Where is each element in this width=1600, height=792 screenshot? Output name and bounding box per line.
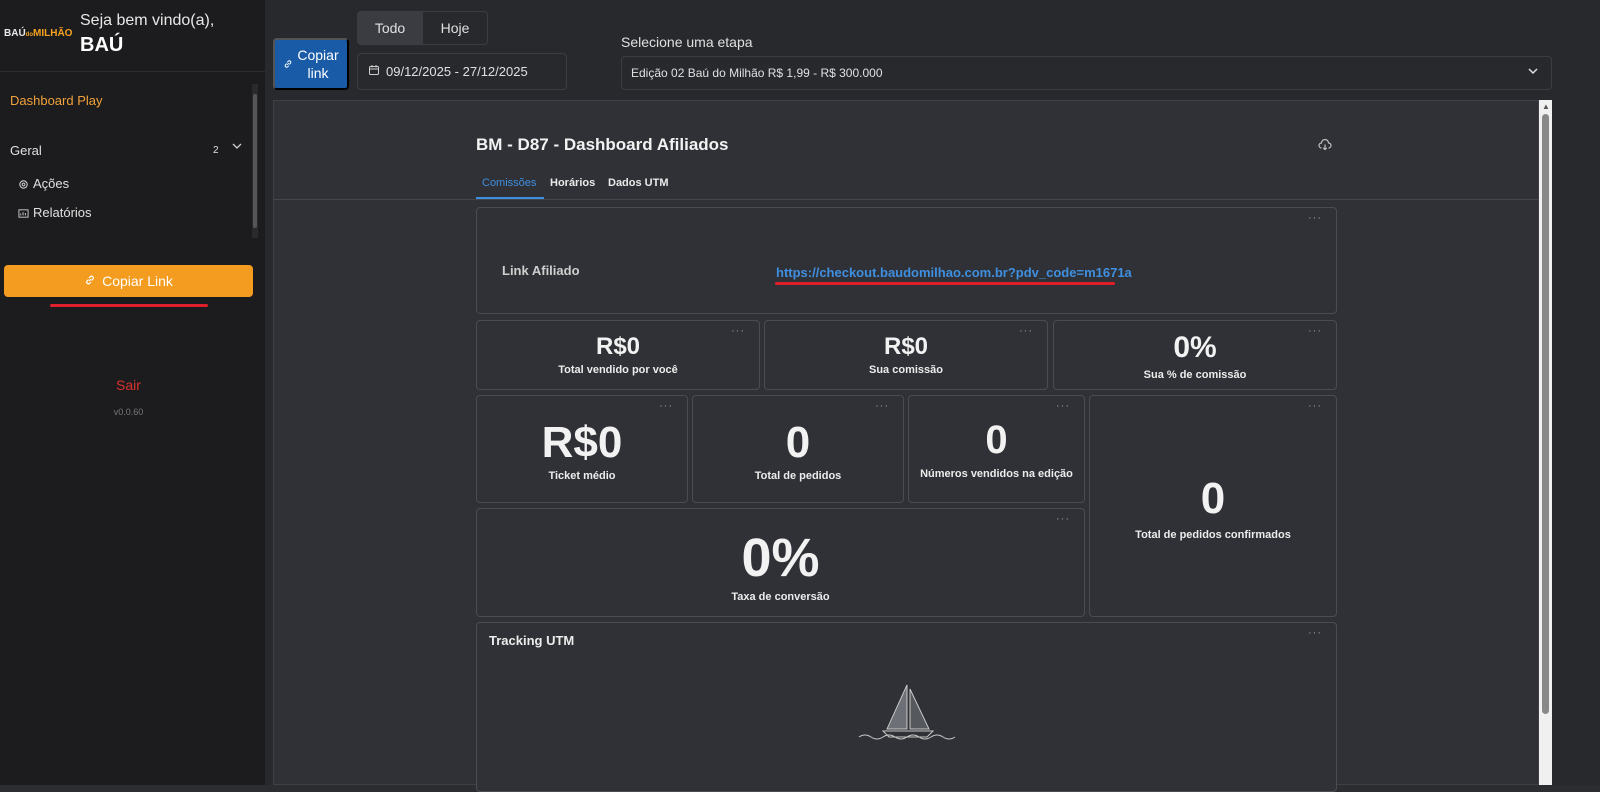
tab-hoje[interactable]: Hoje bbox=[422, 11, 488, 45]
sidebar-item-relatorios[interactable]: Relatórios bbox=[18, 205, 92, 220]
total-sold-label: Total vendido por você bbox=[558, 364, 678, 376]
card-menu-icon[interactable]: ··· bbox=[1308, 212, 1322, 224]
scroll-up-arrow-icon[interactable]: ▲ bbox=[1542, 102, 1550, 111]
commission-pct-card: ··· 0% Sua % de comissão bbox=[1053, 320, 1337, 390]
nav-dashboard-play[interactable]: Dashboard Play bbox=[10, 93, 103, 108]
cloud-download-icon[interactable] bbox=[1318, 138, 1332, 156]
tab-dados-utm[interactable]: Dados UTM bbox=[608, 177, 669, 189]
sidebar-item-acoes[interactable]: Ações bbox=[18, 176, 69, 191]
commission-card: ··· R$0 Sua comissão bbox=[764, 320, 1048, 390]
conversion-card: ··· 0% Taxa de conversão bbox=[476, 508, 1085, 617]
card-menu-icon[interactable]: ··· bbox=[1308, 400, 1322, 412]
highlight-underline bbox=[50, 304, 208, 307]
active-tab-indicator bbox=[476, 197, 544, 199]
gear-icon bbox=[18, 178, 29, 189]
total-sold-value: R$0 bbox=[595, 333, 641, 360]
app-version: v0.0.60 bbox=[113, 407, 144, 417]
orders-label: Total de pedidos bbox=[754, 470, 842, 482]
scrollbar-thumb[interactable] bbox=[1542, 114, 1549, 714]
brand-logo[interactable]: BAÚdoMILHÃO bbox=[4, 28, 72, 39]
sidebar-scrollbar[interactable] bbox=[252, 84, 258, 238]
commission-pct-label: Sua % de comissão bbox=[1143, 369, 1247, 381]
welcome-text: Seja bem vindo(a), bbox=[80, 12, 215, 29]
conversion-label: Taxa de conversão bbox=[731, 591, 830, 603]
link-icon bbox=[84, 273, 96, 289]
logout-link[interactable]: Sair bbox=[0, 377, 257, 393]
date-range-input[interactable]: 09/12/2025 - 27/12/2025 bbox=[357, 53, 567, 90]
card-menu-icon[interactable]: ··· bbox=[659, 400, 673, 412]
affiliate-link-label: Link Afiliado bbox=[502, 263, 580, 278]
numbers-sold-card: ··· 0 Números vendidos na edição bbox=[908, 395, 1085, 503]
ticket-card: ··· R$0 Ticket médio bbox=[476, 395, 688, 503]
tracking-utm-title: Tracking UTM bbox=[489, 633, 575, 648]
calendar-icon bbox=[368, 64, 380, 79]
copy-link-label: Copiar Link bbox=[102, 273, 173, 289]
tab-divider bbox=[273, 199, 1539, 200]
tab-comissoes[interactable]: Comissões bbox=[482, 177, 536, 189]
frame-scrollbar[interactable]: ▲ bbox=[1539, 100, 1552, 785]
report-icon bbox=[18, 207, 29, 218]
stage-select-label: Selecione uma etapa bbox=[621, 34, 753, 50]
sidebar: BAÚdoMILHÃO Seja bem vindo(a), BAÚ Dashb… bbox=[0, 0, 265, 785]
commission-value: R$0 bbox=[883, 333, 929, 360]
tab-horarios[interactable]: Horários bbox=[550, 177, 595, 189]
ticket-value: R$0 bbox=[541, 418, 623, 467]
stage-select-value: Edição 02 Baú do Milhão R$ 1,99 - R$ 300… bbox=[631, 66, 883, 80]
copy-link-small-button[interactable]: Copiar link bbox=[273, 38, 349, 90]
sidebar-item-label: Relatórios bbox=[33, 205, 92, 220]
confirmed-orders-card: ··· 0 Total de pedidos confirmados bbox=[1089, 395, 1337, 617]
tab-todo[interactable]: Todo bbox=[357, 11, 423, 45]
confirmed-orders-label: Total de pedidos confirmados bbox=[1135, 529, 1291, 541]
numbers-sold-value: 0 bbox=[985, 418, 1008, 462]
brand-header: BAÚdoMILHÃO Seja bem vindo(a), BAÚ bbox=[0, 0, 265, 72]
ticket-label: Ticket médio bbox=[548, 470, 616, 482]
conversion-value: 0% bbox=[741, 528, 820, 588]
copy-link-small-label: Copiar link bbox=[297, 47, 339, 81]
chevron-down-icon bbox=[1527, 65, 1539, 80]
username: BAÚ bbox=[80, 34, 124, 56]
affiliate-link-card: ··· bbox=[476, 207, 1337, 314]
date-range-value: 09/12/2025 - 27/12/2025 bbox=[386, 64, 528, 79]
affiliate-link-url[interactable]: https://checkout.baudomilhao.com.br?pdv_… bbox=[776, 265, 1132, 280]
orders-value: 0 bbox=[785, 418, 811, 467]
total-sold-card: ··· R$0 Total vendido por você bbox=[476, 320, 760, 390]
commission-pct-value: 0% bbox=[1173, 331, 1217, 364]
stage-select[interactable]: Edição 02 Baú do Milhão R$ 1,99 - R$ 300… bbox=[621, 56, 1552, 90]
scrollbar-thumb[interactable] bbox=[253, 94, 257, 228]
sidebar-item-label: Ações bbox=[33, 176, 70, 191]
card-menu-icon[interactable]: ··· bbox=[1056, 400, 1070, 412]
commission-label: Sua comissão bbox=[869, 364, 943, 376]
nav-group-geral[interactable]: Geral bbox=[10, 143, 42, 158]
dashboard-title: BM - D87 - Dashboard Afiliados bbox=[476, 135, 729, 154]
orders-card: ··· 0 Total de pedidos bbox=[692, 395, 904, 503]
nav-group-count: 2 bbox=[213, 145, 219, 156]
card-menu-icon[interactable]: ··· bbox=[1308, 627, 1322, 639]
chevron-down-icon[interactable] bbox=[232, 140, 242, 154]
tracking-utm-card: ··· Tracking UTM bbox=[476, 622, 1337, 792]
empty-state-sailboat-icon bbox=[857, 681, 957, 746]
confirmed-orders-value: 0 bbox=[1200, 474, 1226, 523]
card-menu-icon[interactable]: ··· bbox=[875, 400, 889, 412]
card-menu-icon[interactable]: ··· bbox=[1056, 513, 1070, 525]
highlight-underline bbox=[775, 282, 1115, 285]
copy-link-button[interactable]: Copiar Link bbox=[4, 265, 253, 297]
link-icon bbox=[283, 55, 293, 73]
numbers-sold-label: Números vendidos na edição bbox=[920, 468, 1073, 480]
